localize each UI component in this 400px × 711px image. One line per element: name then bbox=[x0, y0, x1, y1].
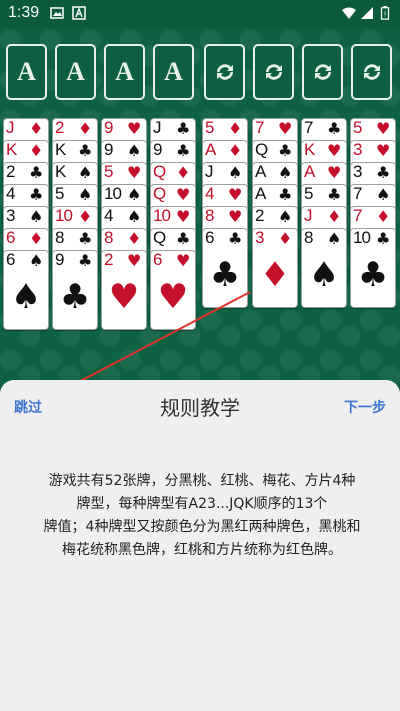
status-bar: 1:39 ! bbox=[0, 0, 400, 28]
wifi-icon bbox=[342, 7, 356, 19]
tutorial-description: 游戏共有52张牌，分黑桃、红桃、梅花、方片4种 牌型，每种牌型有A23...JQ… bbox=[22, 470, 382, 562]
tutorial-line: 牌型，每种牌型有A23...JQK顺序的13个 bbox=[76, 496, 328, 512]
status-time: 1:39 bbox=[8, 4, 40, 21]
battery-icon: ! bbox=[380, 6, 390, 20]
gallery-icon bbox=[50, 7, 64, 19]
tutorial-title: 规则教学 bbox=[160, 396, 240, 420]
a-notification-icon bbox=[72, 6, 86, 20]
tutorial-pointer-arrow bbox=[42, 291, 251, 401]
svg-text:!: ! bbox=[384, 11, 387, 19]
tutorial-line: 牌值；4种牌型又按颜色分为黑红两种牌色，黑桃和 bbox=[43, 519, 361, 535]
tutorial-line: 游戏共有52张牌，分黑桃、红桃、梅花、方片4种 bbox=[48, 473, 356, 489]
tutorial-line: 梅花统称黑色牌，红桃和方片统称为红色牌。 bbox=[62, 542, 342, 558]
tutorial-panel: 跳过 规则教学 下一步 游戏共有52张牌，分黑桃、红桃、梅花、方片4种 牌型，每… bbox=[0, 380, 400, 711]
next-step-button[interactable]: 下一步 bbox=[344, 397, 386, 417]
signal-icon bbox=[361, 7, 373, 19]
